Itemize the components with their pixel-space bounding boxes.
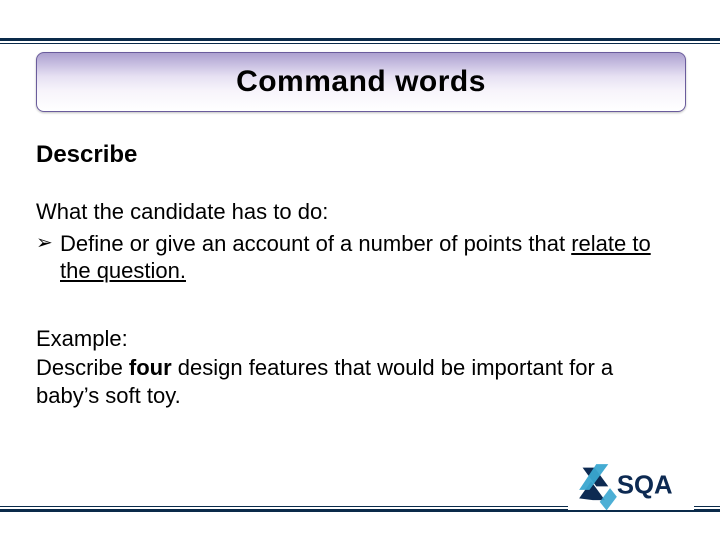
- lead-in-text: What the candidate has to do:: [36, 198, 676, 226]
- bullet-item: ➢ Define or give an account of a number …: [36, 230, 676, 285]
- bullet-text-part1: Define or give an account of a number of…: [60, 231, 571, 256]
- top-divider-thick: [0, 38, 720, 41]
- section-heading: Describe: [36, 140, 676, 170]
- top-divider-thin: [0, 43, 720, 44]
- bullet-text: Define or give an account of a number of…: [60, 230, 676, 285]
- example-bold-word: four: [129, 355, 172, 380]
- logo-text: SQA: [617, 471, 673, 499]
- example-text: Describe four design features that would…: [36, 354, 676, 409]
- slide: Command words Describe What the candidat…: [0, 0, 720, 540]
- sqa-logo-svg: SQA: [574, 456, 694, 510]
- bullet-marker-icon: ➢: [36, 230, 60, 256]
- sqa-logo: SQA: [568, 456, 694, 510]
- example-block: Example: Describe four design features t…: [36, 325, 676, 410]
- example-prefix: Describe: [36, 355, 129, 380]
- title-bar: Command words: [36, 52, 686, 112]
- content-area: Describe What the candidate has to do: ➢…: [36, 140, 676, 409]
- slide-title: Command words: [236, 65, 486, 99]
- top-divider: [0, 38, 720, 48]
- example-label: Example:: [36, 325, 676, 353]
